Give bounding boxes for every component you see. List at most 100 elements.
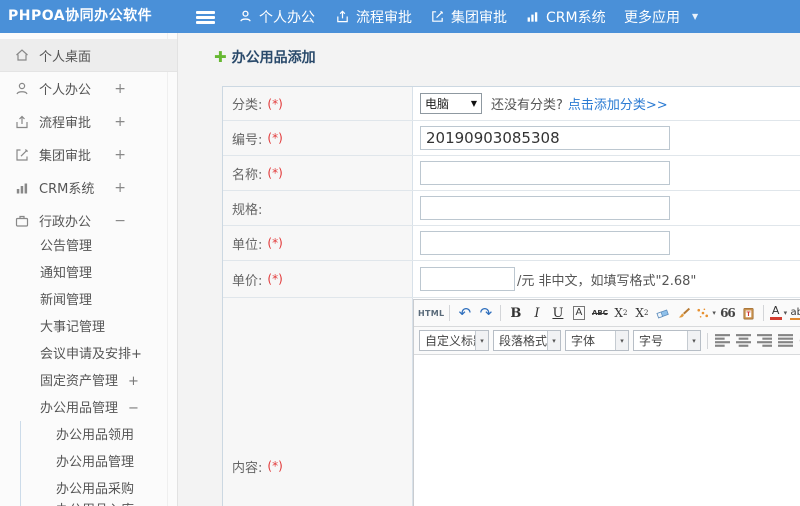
magic-sparkles-icon bbox=[697, 307, 709, 318]
share-up-icon bbox=[337, 10, 348, 23]
hamburger-menu-icon[interactable] bbox=[196, 11, 215, 26]
sidebar-item-news-mgmt[interactable]: 新闻管理 bbox=[0, 287, 177, 314]
sidebar-item-office-supplies-mgmt[interactable]: 办公用品管理 − bbox=[0, 395, 177, 422]
font-family-select[interactable]: 字体 ▾ bbox=[565, 330, 629, 351]
field-label: 单位: bbox=[232, 237, 263, 253]
required-mark: (*) bbox=[267, 459, 283, 473]
underline-button[interactable]: U bbox=[548, 303, 567, 323]
form-row-category: 分类: (*) 电脑 ▼ 还没有分类? 点击添加分类>> bbox=[223, 87, 800, 121]
nav-label: 更多应用 bbox=[624, 9, 680, 26]
spec-input[interactable] bbox=[420, 196, 670, 220]
paste-as-text-button[interactable]: T bbox=[739, 303, 758, 323]
nav-label: 流程审批 bbox=[356, 9, 412, 26]
sidebar-item-personal-desktop[interactable]: 个人桌面 bbox=[0, 39, 177, 72]
sidebar-item-memorabilia-mgmt[interactable]: 大事记管理 bbox=[0, 314, 177, 341]
toolbar-separator bbox=[449, 305, 451, 321]
required-mark: (*) bbox=[267, 236, 283, 250]
toolbar-separator bbox=[762, 305, 764, 321]
app-window: PHPOA协同办公软件 个人办公 流程审批 集团审批 CRM系统 更多应用 ▼ … bbox=[0, 0, 800, 506]
select-caret-icon: ▾ bbox=[547, 331, 560, 350]
field-value-cell bbox=[413, 121, 800, 155]
align-right-button[interactable] bbox=[755, 331, 774, 351]
align-right-icon bbox=[757, 334, 772, 347]
sidebar-item-supplies-manage[interactable]: 办公用品管理 bbox=[0, 449, 177, 476]
nav-workflow-approval[interactable]: 流程审批 bbox=[335, 0, 412, 33]
font-border-button[interactable]: A bbox=[569, 303, 588, 323]
eraser-button[interactable] bbox=[653, 303, 672, 323]
collapse-minus-icon[interactable]: − bbox=[128, 401, 139, 416]
align-center-button[interactable] bbox=[734, 331, 753, 351]
page-title: ✚ 办公用品添加 bbox=[214, 48, 316, 67]
required-mark: (*) bbox=[267, 96, 283, 111]
person-icon bbox=[14, 81, 30, 97]
highlight-color-button[interactable]: ab ▾ bbox=[790, 303, 800, 323]
sidebar-item-group-approval[interactable]: 集团审批 + bbox=[0, 138, 177, 171]
collapse-minus-icon[interactable]: − bbox=[114, 213, 126, 229]
align-left-button[interactable] bbox=[713, 331, 732, 351]
paint-brush-icon bbox=[679, 307, 691, 318]
sidebar-item-personal-office[interactable]: 个人办公 + bbox=[0, 72, 177, 105]
blockquote-button[interactable]: 66 bbox=[718, 303, 737, 323]
category-select[interactable]: 电脑 ▼ bbox=[420, 93, 482, 114]
expand-plus-icon[interactable]: + bbox=[114, 180, 126, 196]
expand-plus-icon[interactable]: + bbox=[114, 147, 126, 163]
nav-personal-office[interactable]: 个人办公 bbox=[238, 0, 315, 33]
paragraph-format-select[interactable]: 段落格式 ▾ bbox=[493, 330, 561, 351]
html-source-button[interactable]: HTML bbox=[418, 303, 444, 323]
superscript-button[interactable]: X2 bbox=[611, 303, 630, 323]
nav-group-approval[interactable]: 集团审批 bbox=[430, 0, 507, 33]
align-justify-button[interactable] bbox=[776, 331, 795, 351]
sub-base: X bbox=[635, 306, 644, 320]
font-size-select[interactable]: 字号 ▾ bbox=[633, 330, 701, 351]
chevron-down-icon[interactable]: ▼ bbox=[692, 0, 698, 33]
select-caret-icon: ▾ bbox=[615, 331, 628, 350]
share-up-icon bbox=[14, 114, 30, 130]
form-row-price: 单价: (*) /元 非中文，如填写格式"2.68" bbox=[223, 261, 800, 298]
sidebar-item-meeting-request[interactable]: 会议申请及安排+ bbox=[0, 341, 177, 368]
auto-typeset-button[interactable]: ▾ bbox=[695, 303, 716, 323]
sidebar-item-notice-mgmt[interactable]: 通知管理 bbox=[0, 260, 177, 287]
sidebar-item-announcement-mgmt[interactable]: 公告管理 bbox=[0, 233, 177, 260]
sidebar-item-fixed-assets-mgmt[interactable]: 固定资产管理 + bbox=[0, 368, 177, 395]
field-label-cell: 编号: (*) bbox=[223, 121, 413, 155]
format-painter-button[interactable] bbox=[674, 303, 693, 323]
sidebar-item-label: 个人桌面 bbox=[39, 49, 92, 65]
sidebar-item-label: 行政办公 bbox=[39, 215, 92, 230]
editor-content-area[interactable] bbox=[414, 355, 800, 506]
add-category-link[interactable]: 点击添加分类>> bbox=[568, 94, 668, 113]
redo-button[interactable]: ↷ bbox=[476, 303, 495, 323]
sidebar-subitem-label: 办公用品管理 bbox=[40, 401, 119, 416]
required-mark: (*) bbox=[267, 272, 283, 286]
field-label-cell: 规格: bbox=[223, 191, 413, 225]
expand-plus-icon[interactable]: + bbox=[114, 81, 126, 97]
italic-button[interactable]: I bbox=[527, 303, 546, 323]
font-color-button[interactable]: A ▾ bbox=[769, 303, 788, 323]
sidebar-item-supplies-inbound[interactable]: 办公用品入库 bbox=[0, 497, 177, 506]
field-value-cell bbox=[413, 191, 800, 225]
sup-mark: 2 bbox=[622, 309, 628, 317]
sidebar-item-workflow-approval[interactable]: 流程审批 + bbox=[0, 105, 177, 138]
form-row-code: 编号: (*) bbox=[223, 121, 800, 156]
nav-label: 集团审批 bbox=[451, 9, 507, 26]
undo-button[interactable]: ↶ bbox=[455, 303, 474, 323]
sidebar-item-crm-system[interactable]: CRM系统 + bbox=[0, 171, 177, 204]
strikethrough-button[interactable]: ABC bbox=[590, 303, 609, 323]
custom-heading-select[interactable]: 自定义标题▾ bbox=[419, 330, 489, 351]
bold-button[interactable]: B bbox=[506, 303, 525, 323]
editor-toolbar-row1: HTML ↶ ↷ B I U A ABC X2 X2 ▾ 66 T A ▾ ab bbox=[414, 300, 800, 327]
toolbar-separator bbox=[707, 332, 708, 349]
price-input[interactable] bbox=[420, 267, 515, 291]
nav-more-apps[interactable]: 更多应用 bbox=[624, 0, 680, 33]
expand-plus-icon[interactable]: + bbox=[114, 114, 126, 130]
nav-crm-system[interactable]: CRM系统 bbox=[525, 0, 606, 33]
sidebar-subitem-label: 办公用品领用 bbox=[56, 428, 135, 443]
sidebar-item-supplies-claim[interactable]: 办公用品领用 bbox=[0, 422, 177, 449]
subscript-button[interactable]: X2 bbox=[632, 303, 651, 323]
expand-plus-icon[interactable]: + bbox=[128, 374, 139, 389]
bar-chart-icon bbox=[527, 12, 538, 22]
unit-input[interactable] bbox=[420, 231, 670, 255]
field-label: 单价: bbox=[232, 273, 263, 289]
name-input[interactable] bbox=[420, 161, 670, 185]
code-input[interactable] bbox=[420, 126, 670, 150]
person-icon bbox=[240, 10, 251, 22]
